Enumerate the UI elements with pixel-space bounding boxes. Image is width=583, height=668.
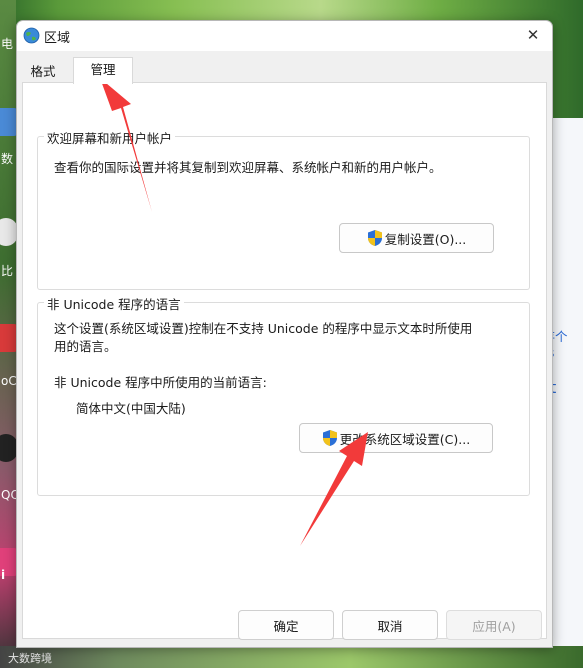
group-description-line: 这个设置(系统区域设置)控制在不支持 Unicode 的程序中显示文本时所使用 [54, 321, 473, 336]
dialog-client-area: 格式 管理 欢迎屏幕和新用户帐户 查看你的国际设置并将其复制到欢迎屏幕、系统帐户… [17, 51, 552, 647]
region-dialog: 区域 ✕ 格式 管理 欢迎屏幕和新用户帐户 查看你的国际设置并将其复制到欢迎屏幕… [16, 20, 553, 648]
ok-button[interactable]: 确定 [238, 610, 334, 640]
group-title: 非 Unicode 程序的语言 [44, 294, 184, 313]
desktop-label: 电 [1, 37, 14, 51]
watermark: 大数跨境 [8, 652, 52, 665]
change-system-locale-button[interactable]: 更改系统区域设置(C)... [299, 423, 493, 453]
current-language-label: 非 Unicode 程序中所使用的当前语言: [54, 375, 267, 390]
desktop-label: 数 [1, 152, 14, 166]
close-icon: ✕ [526, 26, 540, 44]
tab-panel-administrative: 欢迎屏幕和新用户帐户 查看你的国际设置并将其复制到欢迎屏幕、系统帐户和新的用户帐… [22, 82, 547, 639]
desktop-label: oC [1, 374, 17, 388]
group-description: 查看你的国际设置并将其复制到欢迎屏幕、系统帐户和新的用户帐户。 [54, 160, 442, 175]
apply-button[interactable]: 应用(A) [446, 610, 542, 640]
tab-format[interactable]: 格式 [23, 61, 63, 82]
taskbar-strip [0, 646, 583, 668]
group-description-line: 用的语言。 [54, 339, 117, 354]
desktop-label: i [1, 568, 6, 582]
copy-settings-button[interactable]: 复制设置(O)... [339, 223, 494, 253]
tab-administrative[interactable]: 管理 [73, 57, 133, 84]
non-unicode-group: 非 Unicode 程序的语言 这个设置(系统区域设置)控制在不支持 Unico… [37, 294, 530, 496]
welcome-screen-group: 欢迎屏幕和新用户帐户 查看你的国际设置并将其复制到欢迎屏幕、系统帐户和新的用户帐… [37, 128, 530, 290]
close-button[interactable]: ✕ [516, 21, 550, 51]
title-bar[interactable]: 区域 ✕ [17, 21, 552, 51]
uac-shield-icon [367, 230, 382, 246]
copy-settings-label: 复制设置(O)... [384, 231, 467, 247]
current-language-value: 简体中文(中国大陆) [76, 401, 186, 416]
group-title: 欢迎屏幕和新用户帐户 [44, 128, 176, 147]
change-system-locale-label: 更改系统区域设置(C)... [339, 431, 471, 447]
uac-shield-icon [322, 430, 337, 446]
window-title: 区域 [44, 31, 71, 46]
desktop-label: 比 [1, 264, 14, 278]
cancel-button[interactable]: 取消 [342, 610, 438, 640]
globe-icon [23, 27, 40, 44]
